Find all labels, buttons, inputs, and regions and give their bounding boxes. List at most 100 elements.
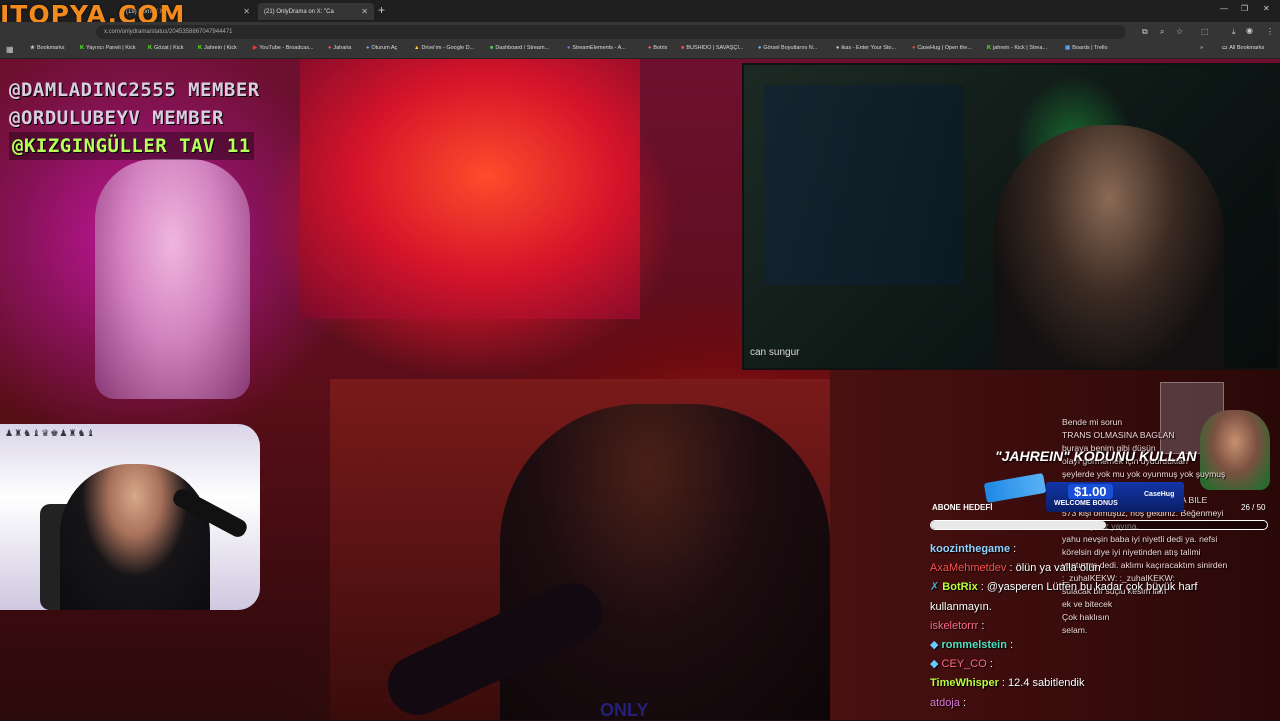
badge-icon: ◆ bbox=[930, 658, 939, 671]
bookmark-item[interactable]: K Jahrein | Kick bbox=[198, 45, 237, 51]
streamer-silhouette bbox=[500, 404, 830, 720]
minimize-icon[interactable]: — bbox=[1220, 4, 1228, 13]
bookmark-label: jahrein - Kick | Strea... bbox=[992, 45, 1047, 51]
site-icon: ● bbox=[328, 45, 332, 51]
chat-separator: : bbox=[1006, 639, 1014, 652]
chat-separator: : bbox=[978, 619, 985, 632]
extensions-icon[interactable]: ⬚ bbox=[1201, 27, 1209, 36]
bookmark-item[interactable]: ▲ Drive'ım - Google D... bbox=[414, 45, 474, 51]
bookmark-label: YouTube - Broadcas... bbox=[259, 45, 314, 51]
bookmark-label: Oturum Aç bbox=[371, 45, 398, 51]
welcome-bonus-banner: $1.00 WELCOME BONUS CaseHug bbox=[1046, 482, 1184, 512]
host-webcam: ♟♜♞♝♛♚♟♜♞♝ bbox=[0, 424, 260, 610]
sub-goal-count: 26 / 50 bbox=[1241, 503, 1266, 512]
chat-username: TimeWhisper bbox=[930, 677, 999, 690]
chat-text: kullanmayın. bbox=[930, 600, 992, 613]
zoom-icon[interactable]: ⌕ bbox=[1160, 27, 1164, 37]
alert-line-highlight: @KIZGINGÜLLER TAV 11 bbox=[9, 132, 254, 160]
bookmark-item[interactable]: ■ Dashboard / Stream... bbox=[490, 45, 549, 51]
close-tab-icon[interactable]: ✕ bbox=[361, 7, 368, 16]
sub-goal-fill bbox=[931, 521, 1106, 529]
sub-goal-bar bbox=[930, 520, 1268, 530]
bookmark-label: Drive'ım - Google D... bbox=[421, 45, 475, 51]
site-icon: ● bbox=[758, 45, 762, 51]
statue-bust bbox=[95, 159, 250, 399]
bonus-label: WELCOME BONUS bbox=[1054, 500, 1118, 507]
bookmark-label: CaseHug | Open the... bbox=[917, 45, 972, 51]
bookmark-item[interactable]: ● Oturum Aç bbox=[366, 45, 397, 51]
bookmark-label: ikas - Enter Your Sto... bbox=[841, 45, 897, 51]
apps-icon[interactable]: ▦ bbox=[6, 45, 14, 54]
guest-name: can sungur bbox=[750, 347, 800, 358]
bookmark-label: Görsel Boyutlarını N... bbox=[763, 45, 818, 51]
kick-icon: K bbox=[987, 45, 991, 51]
folder-icon: ▭ bbox=[1222, 45, 1228, 51]
site-icon: ■ bbox=[490, 45, 494, 51]
restore-icon[interactable]: ❐ bbox=[1241, 4, 1248, 13]
alert-line: @DAMLADINC2555 MEMBER bbox=[9, 79, 260, 101]
chat-separator: : bbox=[959, 696, 967, 709]
tab-onlydrama[interactable]: (21) OnlyDrama on X: "Ca ✕ bbox=[258, 3, 374, 20]
star-icon[interactable]: ☆ bbox=[1176, 27, 1183, 36]
chat-message: koozinthegame : bbox=[930, 540, 1275, 559]
sub-goal-label: ABONE HEDEFİ bbox=[932, 503, 993, 512]
bookmark-item[interactable]: ▶ YouTube - Broadcas... bbox=[253, 45, 314, 51]
kick-icon: K bbox=[80, 45, 84, 51]
chat-username: atdoja bbox=[930, 696, 960, 709]
chat-message: atdoja : bbox=[930, 694, 1275, 713]
more-bookmarks-icon[interactable]: » bbox=[1200, 45, 1203, 51]
url-field[interactable]: x.com/onlydrama/status/20453588670479444… bbox=[96, 25, 1126, 39]
all-bookmarks-label: All Bookmarks bbox=[1229, 45, 1265, 51]
bookmark-label: Gözat | Kick bbox=[153, 45, 184, 51]
bot-badge-icon: ✗ bbox=[930, 581, 940, 594]
bookmark-label: Jahrein | Kick bbox=[203, 45, 237, 51]
cast-icon[interactable]: ⧉ bbox=[1142, 27, 1148, 37]
bookmark-label: StreamElements - A... bbox=[572, 45, 626, 51]
guest-webcam: can sungur bbox=[742, 63, 1280, 370]
bookmark-item[interactable]: ▣ Boards | Trello bbox=[1065, 45, 1108, 51]
chat-username: rommelstein bbox=[941, 639, 1007, 652]
bonus-amount: $1.00 bbox=[1068, 484, 1113, 499]
new-tab-icon[interactable]: + bbox=[378, 3, 385, 17]
red-painting bbox=[300, 59, 640, 319]
bookmark-item[interactable]: K Yayıncı Paneli | Kick bbox=[80, 45, 136, 51]
bookmark-item[interactable]: ■ BUSHIDO | SAVAŞÇI... bbox=[681, 45, 743, 51]
bookmark-item[interactable]: ● Görsel Boyutlarını N... bbox=[758, 45, 817, 51]
close-tab-icon[interactable]: ✕ bbox=[243, 7, 250, 16]
downloads-icon[interactable]: ⤓ bbox=[1232, 27, 1236, 37]
bookmark-item[interactable]: Kjahrein - Kick | Strea... bbox=[987, 45, 1047, 51]
bookmark-star-icon: ★ bbox=[30, 45, 35, 51]
bookmark-item[interactable]: ● ikas - Enter Your Sto... bbox=[836, 45, 896, 51]
menu-icon[interactable]: ⋮ bbox=[1266, 27, 1274, 36]
bookmark-item[interactable]: K Gözat | Kick bbox=[148, 45, 184, 51]
member-alerts: @DAMLADINC2555 MEMBER @ORDULUBEYV MEMBER… bbox=[9, 76, 260, 160]
chat-username: BotRix bbox=[942, 581, 978, 594]
kick-icon: K bbox=[198, 45, 202, 51]
chat-separator: : bbox=[1010, 543, 1017, 555]
chat-separator: : bbox=[998, 677, 1009, 690]
ghost-chat-line: şeylerde yok mu yok oyunmuş yok şuymuş bbox=[1062, 469, 1226, 479]
bookmark-item[interactable]: ● Jaharia bbox=[328, 45, 351, 51]
close-window-icon[interactable]: ✕ bbox=[1263, 4, 1270, 13]
chat-message: ◆ rommelstein : bbox=[930, 636, 1275, 655]
trello-icon: ▣ bbox=[1065, 45, 1071, 51]
avatar-icon[interactable]: ◉ bbox=[1246, 26, 1253, 35]
chat-separator: : bbox=[977, 581, 987, 594]
chat-text: 12.4 sabitlendik bbox=[1008, 677, 1085, 690]
chat-separator: : bbox=[986, 658, 993, 671]
chat-username: iskeletorrr bbox=[930, 619, 979, 632]
chat-separator: : bbox=[1006, 562, 1016, 575]
kick-icon: K bbox=[148, 45, 152, 51]
chat-message: ✗ BotRix : @yasperen Lütfen bu kadar çok… bbox=[930, 578, 1275, 597]
bookmark-item[interactable]: ★ Bookmarks bbox=[30, 45, 64, 51]
chat-message: AxaMehmetdev : ölün ya valla ölün bbox=[930, 559, 1275, 578]
bookmark-label: Botrix bbox=[653, 45, 668, 51]
bookmark-item[interactable]: ● CaseHug | Open the... bbox=[912, 45, 972, 51]
bookmark-label: Yayıncı Paneli | Kick bbox=[85, 45, 136, 51]
bookmark-item[interactable]: ● StreamElements - A... bbox=[567, 45, 626, 51]
chat-text: ölün ya valla ölün bbox=[1015, 562, 1101, 575]
bookmark-item[interactable]: ● Botrix bbox=[648, 45, 667, 51]
all-bookmarks[interactable]: ▭ All Bookmarks bbox=[1222, 45, 1264, 51]
chat-text: @yasperen Lütfen bu kadar çok büyük harf bbox=[986, 581, 1198, 594]
alert-line: @ORDULUBEYV MEMBER bbox=[9, 107, 224, 129]
